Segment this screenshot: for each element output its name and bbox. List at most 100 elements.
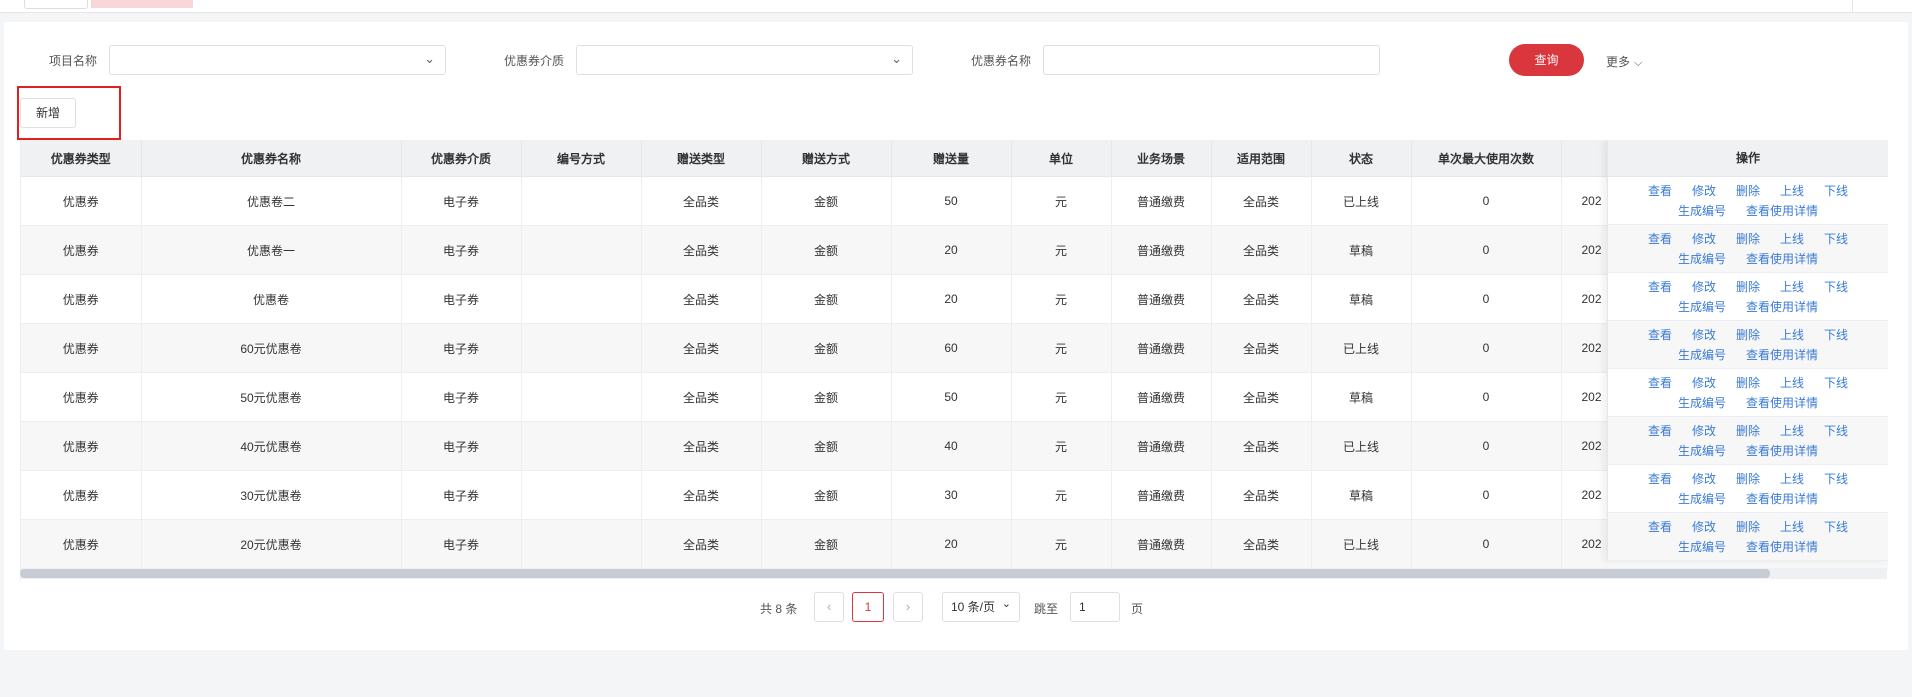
action-link[interactable]: 删除	[1736, 376, 1760, 390]
table-cell: 全品类	[1211, 470, 1312, 520]
action-link[interactable]: 删除	[1736, 520, 1760, 534]
action-link[interactable]: 修改	[1692, 520, 1716, 534]
jump-page-input[interactable]: 1	[1070, 592, 1120, 622]
action-link[interactable]: 上线	[1780, 232, 1804, 246]
table-cell: 普通缴费	[1111, 421, 1212, 471]
action-link[interactable]: 查看	[1648, 328, 1672, 342]
table-cell: 0	[1411, 176, 1562, 226]
table-cell: 全品类	[641, 225, 762, 275]
table-cell: 40元优惠卷	[141, 421, 402, 471]
table-cell: 0	[1411, 421, 1562, 471]
table-cell: 优惠券	[21, 274, 142, 324]
action-link[interactable]: 修改	[1692, 280, 1716, 294]
table-cell: 全品类	[1211, 176, 1312, 226]
action-link[interactable]: 查看使用详情	[1746, 540, 1818, 554]
table-cell: 全品类	[1211, 323, 1312, 373]
action-link[interactable]: 下线	[1824, 280, 1848, 294]
project-name-select[interactable]: ⌄	[109, 45, 446, 75]
action-link[interactable]: 下线	[1824, 376, 1848, 390]
action-link[interactable]: 查看使用详情	[1746, 252, 1818, 266]
action-link[interactable]: 下线	[1824, 424, 1848, 438]
table-cell: 电子券	[401, 421, 522, 471]
table-cell: 40	[891, 421, 1012, 471]
table-cell: 优惠卷二	[141, 176, 402, 226]
actions-cell: 查看 修改 删除 上线 下线生成编号 查看使用详情	[1608, 465, 1888, 513]
col-header: 业务场景	[1111, 140, 1212, 177]
page-size-value: 10 条/页	[951, 600, 996, 614]
action-link[interactable]: 修改	[1692, 376, 1716, 390]
action-link[interactable]: 查看使用详情	[1746, 396, 1818, 410]
actions-cell: 查看 修改 删除 上线 下线生成编号 查看使用详情	[1608, 369, 1888, 417]
page-size-select[interactable]: 10 条/页 ⌄	[942, 592, 1020, 622]
table-cell: 金额	[761, 323, 892, 373]
action-link[interactable]: 删除	[1736, 280, 1760, 294]
action-link[interactable]: 生成编号	[1678, 492, 1726, 506]
action-link[interactable]: 查看	[1648, 184, 1672, 198]
page-number-current[interactable]: 1	[852, 592, 884, 622]
table-cell: 电子券	[401, 323, 522, 373]
action-link[interactable]: 删除	[1736, 232, 1760, 246]
action-link[interactable]: 查看使用详情	[1746, 444, 1818, 458]
action-link[interactable]: 查看	[1648, 520, 1672, 534]
action-link[interactable]: 删除	[1736, 328, 1760, 342]
tab-item-active[interactable]	[91, 0, 193, 8]
prev-page-button[interactable]: ‹	[814, 592, 844, 622]
action-link[interactable]: 生成编号	[1678, 540, 1726, 554]
action-link[interactable]: 查看	[1648, 232, 1672, 246]
action-link[interactable]: 生成编号	[1678, 252, 1726, 266]
action-link[interactable]: 删除	[1736, 472, 1760, 486]
table-cell: 普通缴费	[1111, 225, 1212, 275]
action-link[interactable]: 生成编号	[1678, 348, 1726, 362]
action-link[interactable]: 修改	[1692, 472, 1716, 486]
action-link[interactable]: 上线	[1780, 280, 1804, 294]
coupon-name-input[interactable]	[1043, 45, 1380, 75]
action-link[interactable]: 生成编号	[1678, 444, 1726, 458]
next-page-button[interactable]: ›	[893, 592, 923, 622]
horizontal-scrollbar[interactable]	[20, 568, 1887, 579]
query-button[interactable]: 查询	[1509, 44, 1584, 76]
table-cell: 电子券	[401, 176, 522, 226]
action-link[interactable]: 删除	[1736, 184, 1760, 198]
action-link[interactable]: 上线	[1780, 520, 1804, 534]
action-link[interactable]: 删除	[1736, 424, 1760, 438]
action-link[interactable]: 查看	[1648, 280, 1672, 294]
action-link[interactable]: 生成编号	[1678, 396, 1726, 410]
table-cell: 已上线	[1311, 176, 1412, 226]
table-cell: 全品类	[641, 470, 762, 520]
action-link[interactable]: 修改	[1692, 232, 1716, 246]
scrollbar-thumb[interactable]	[20, 569, 1770, 578]
table-cell: 元	[1011, 323, 1112, 373]
action-link[interactable]: 下线	[1824, 472, 1848, 486]
action-link[interactable]: 上线	[1780, 328, 1804, 342]
action-link[interactable]: 查看	[1648, 376, 1672, 390]
action-link[interactable]: 修改	[1692, 328, 1716, 342]
action-link[interactable]: 下线	[1824, 232, 1848, 246]
action-link[interactable]: 下线	[1824, 184, 1848, 198]
chevron-down-icon: ⌵	[1634, 57, 1643, 69]
action-link[interactable]: 查看	[1648, 472, 1672, 486]
more-filters-toggle[interactable]: 更多 ⌵	[1606, 53, 1642, 70]
table-cell: 20元优惠卷	[141, 519, 402, 569]
action-link[interactable]: 查看使用详情	[1746, 492, 1818, 506]
action-link[interactable]: 查看使用详情	[1746, 300, 1818, 314]
action-link[interactable]: 查看使用详情	[1746, 204, 1818, 218]
action-link[interactable]: 上线	[1780, 424, 1804, 438]
action-link[interactable]: 上线	[1780, 184, 1804, 198]
action-link[interactable]: 下线	[1824, 520, 1848, 534]
action-link[interactable]: 生成编号	[1678, 300, 1726, 314]
action-link[interactable]: 上线	[1780, 472, 1804, 486]
action-link[interactable]: 生成编号	[1678, 204, 1726, 218]
coupon-medium-select[interactable]: ⌄	[576, 45, 913, 75]
table-cell: 金额	[761, 470, 892, 520]
tab-item[interactable]	[24, 0, 88, 9]
action-link[interactable]: 下线	[1824, 328, 1848, 342]
action-link[interactable]: 查看	[1648, 424, 1672, 438]
action-link[interactable]: 修改	[1692, 184, 1716, 198]
actions-cell: 查看 修改 删除 上线 下线生成编号 查看使用详情	[1608, 225, 1888, 273]
action-link[interactable]: 查看使用详情	[1746, 348, 1818, 362]
action-link[interactable]: 修改	[1692, 424, 1716, 438]
table-cell: 全品类	[1211, 225, 1312, 275]
action-link[interactable]: 上线	[1780, 376, 1804, 390]
table-cell: 60元优惠卷	[141, 323, 402, 373]
col-header: 赠送方式	[761, 140, 892, 177]
